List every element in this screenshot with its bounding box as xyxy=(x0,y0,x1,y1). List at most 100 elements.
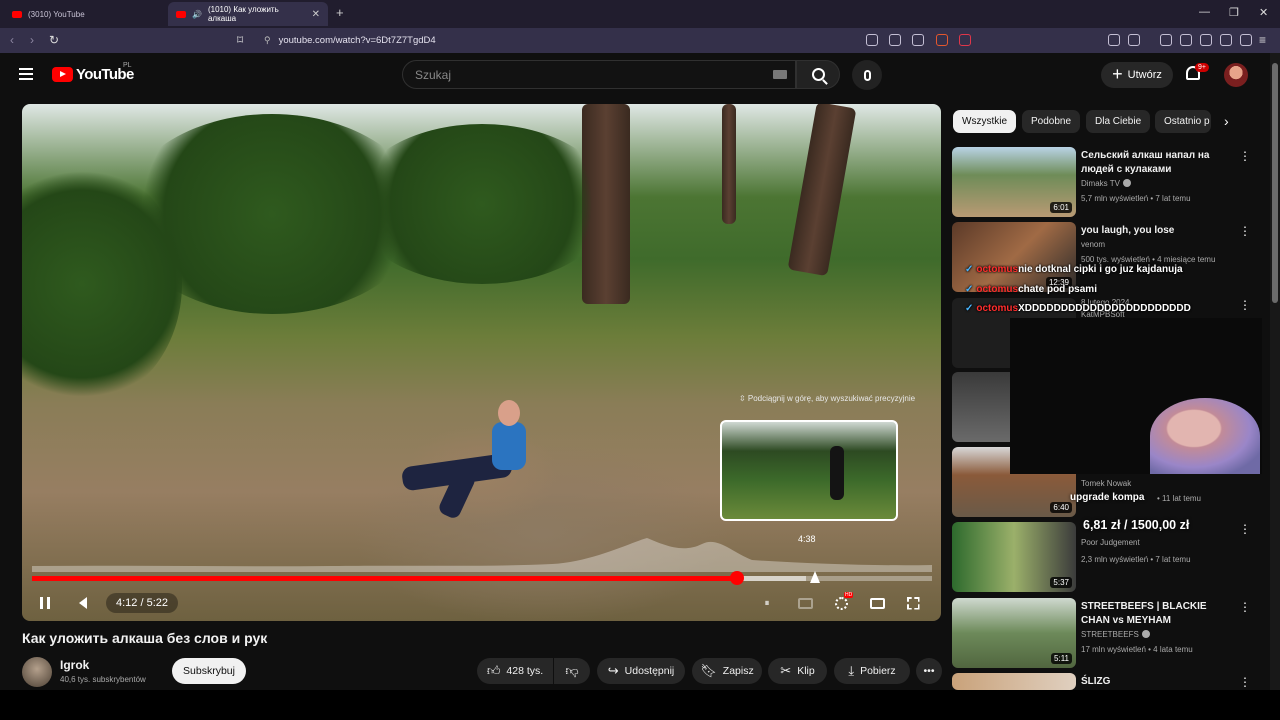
video-thumbnail[interactable]: 5:37 xyxy=(952,522,1076,592)
subscribe-button[interactable]: Subskrybuj xyxy=(172,658,246,684)
video-scene xyxy=(352,124,612,284)
wallet-icon[interactable] xyxy=(1200,34,1212,46)
page-scrollbar[interactable] xyxy=(1270,53,1280,690)
menu-icon[interactable]: ≡ xyxy=(1259,33,1266,47)
rewards-icon[interactable] xyxy=(959,34,971,46)
new-tab-icon[interactable]: + xyxy=(336,5,344,20)
fullscreen-button[interactable] xyxy=(902,592,924,614)
more-options-icon[interactable]: ⋮ xyxy=(1239,298,1251,312)
progress-bar[interactable] xyxy=(32,571,932,585)
close-tab-icon[interactable]: ✕ xyxy=(312,9,320,20)
forward-icon[interactable]: › xyxy=(30,33,34,47)
recommendation-item[interactable]: 5:37 Poor Judgement 2,3 mln wyświetleń •… xyxy=(952,522,1262,592)
more-options-icon[interactable]: ⋮ xyxy=(1239,149,1251,163)
more-options-icon[interactable]: ⋮ xyxy=(1239,522,1251,536)
more-options-icon[interactable]: ⋮ xyxy=(1239,224,1251,238)
recommendation-title[interactable]: you laugh, you lose xyxy=(1081,224,1231,238)
sidebar-icon[interactable] xyxy=(1180,34,1192,46)
tab-label: (1010) Как уложить алкаша xyxy=(207,5,279,23)
recommendation-title[interactable]: ŚLIZG xyxy=(1081,675,1231,689)
scrubber-handle[interactable] xyxy=(729,571,744,585)
video-thumbnail[interactable]: 6:01 xyxy=(952,147,1076,217)
extension-icon[interactable] xyxy=(1108,34,1120,46)
more-options-icon[interactable]: ⋮ xyxy=(1239,600,1251,614)
recommendation-title[interactable]: STREETBEEFS | BLACKIE CHAN vs MEYHAM xyxy=(1081,600,1231,627)
site-info-icon[interactable]: ⚲ xyxy=(264,35,271,46)
fullscreen-icon xyxy=(906,596,920,610)
search-icon xyxy=(811,68,825,81)
save-button[interactable]: 🔖︎ Zapisz xyxy=(692,658,762,684)
more-options-icon[interactable]: ⋮ xyxy=(1239,675,1251,689)
duration-badge: 5:11 xyxy=(1051,653,1072,664)
share-icon: ↪ xyxy=(607,663,619,678)
duration-badge: 6:01 xyxy=(1050,202,1072,213)
minimize-icon[interactable]: — xyxy=(1199,6,1210,18)
recommendation-title[interactable]: Сельский алкаш напал на людей с кулаками xyxy=(1081,149,1231,176)
share-button[interactable]: ↪ Udostępnij xyxy=(597,658,685,684)
channel-name[interactable]: Igrok xyxy=(60,658,89,672)
video-thumbnail[interactable]: 12:39 xyxy=(952,222,1076,292)
keyboard-icon[interactable] xyxy=(773,70,787,79)
download-button[interactable]: ⤓ Pobierz xyxy=(834,658,910,684)
youtube-favicon-icon xyxy=(176,10,186,18)
mute-button[interactable] xyxy=(72,592,94,614)
chip-for-you[interactable]: Dla Ciebie xyxy=(1086,110,1151,133)
cast-icon[interactable] xyxy=(889,34,901,46)
subtitles-button[interactable] xyxy=(794,592,816,614)
duration-badge: 6:40 xyxy=(1050,502,1072,513)
dislike-button[interactable]: 👎︎ xyxy=(554,658,590,684)
share-page-icon[interactable] xyxy=(912,34,924,46)
create-button[interactable]: + Utwórz xyxy=(1101,62,1173,88)
chevron-right-icon[interactable]: › xyxy=(1224,113,1229,129)
autoplay-toggle[interactable]: ⏸ xyxy=(756,592,778,614)
youtube-logo[interactable]: YouTube PL xyxy=(52,62,134,83)
search-input[interactable] xyxy=(415,67,755,82)
pause-button[interactable] xyxy=(34,592,56,614)
recommendation-channel[interactable]: STREETBEEFS xyxy=(1081,630,1150,639)
extension-icon[interactable] xyxy=(1128,34,1140,46)
vpn-icon[interactable] xyxy=(1240,34,1252,46)
recommendation-item[interactable]: ŚLIZG ⋮ xyxy=(952,673,1262,690)
theater-mode-button[interactable] xyxy=(866,592,888,614)
browser-tab[interactable]: (3010) YouTube xyxy=(4,2,164,26)
settings-button[interactable]: HD xyxy=(830,592,854,614)
recommendation-channel[interactable]: Poor Judgement xyxy=(1081,538,1140,547)
channel-avatar[interactable] xyxy=(22,657,52,687)
recommendation-channel[interactable]: Dimaks TV xyxy=(1081,179,1131,188)
chip-all[interactable]: Wszystkie xyxy=(953,110,1016,133)
reload-icon[interactable]: ↻ xyxy=(49,33,59,47)
recommendation-item[interactable]: 6:01 Сельский алкаш напал на людей с кул… xyxy=(952,147,1262,217)
video-thumbnail[interactable] xyxy=(952,673,1076,690)
scrollbar-thumb[interactable] xyxy=(1272,63,1278,303)
clip-button[interactable]: ✂ Klip xyxy=(768,658,827,684)
recommendation-item[interactable]: 5:11 STREETBEEFS | BLACKIE CHAN vs MEYHA… xyxy=(952,598,1262,668)
video-player[interactable]: ⇳ Podciągnij w górę, aby wyszukiwać prec… xyxy=(22,104,941,621)
recommendation-item[interactable]: 12:39 you laugh, you lose venom 500 tys.… xyxy=(952,222,1262,292)
leo-icon[interactable] xyxy=(1220,34,1232,46)
video-scene xyxy=(722,104,736,224)
chat-message: ✓ octomusnie dotknal cipki i go juz kajda… xyxy=(965,264,1183,275)
microphone-icon xyxy=(863,69,871,81)
chat-text: nie dotknal cipki i go juz kajdanuja xyxy=(1018,264,1183,275)
zoom-icon[interactable] xyxy=(866,34,878,46)
brave-shield-icon[interactable] xyxy=(936,34,948,46)
recommendation-channel[interactable]: venom xyxy=(1081,240,1105,249)
media-icon[interactable] xyxy=(1160,34,1172,46)
video-thumbnail[interactable]: 5:11 xyxy=(952,598,1076,668)
back-icon[interactable]: ‹ xyxy=(10,33,14,47)
browser-tab-active[interactable]: 🔊 (1010) Как уложить алкаша ✕ xyxy=(168,2,328,26)
voice-search-button[interactable] xyxy=(852,60,882,90)
chip-recent[interactable]: Ostatnio p xyxy=(1155,110,1211,133)
recommendation-channel[interactable]: Tomek Nowak xyxy=(1081,479,1131,488)
clip-label: Klip xyxy=(797,665,815,677)
search-button[interactable] xyxy=(796,60,840,89)
bookmark-icon[interactable]: ⌑ xyxy=(237,33,243,47)
bookmark-icon: 🔖︎ xyxy=(700,663,717,678)
close-window-icon[interactable]: ✕ xyxy=(1259,6,1268,19)
more-actions-button[interactable]: ••• xyxy=(916,658,942,684)
maximize-icon[interactable]: ❐ xyxy=(1229,6,1239,19)
chip-related[interactable]: Podobne xyxy=(1022,110,1081,133)
like-button[interactable]: 👍︎ 428 tys. xyxy=(477,658,553,684)
guide-menu-icon[interactable] xyxy=(19,68,33,80)
account-avatar[interactable] xyxy=(1224,63,1248,87)
